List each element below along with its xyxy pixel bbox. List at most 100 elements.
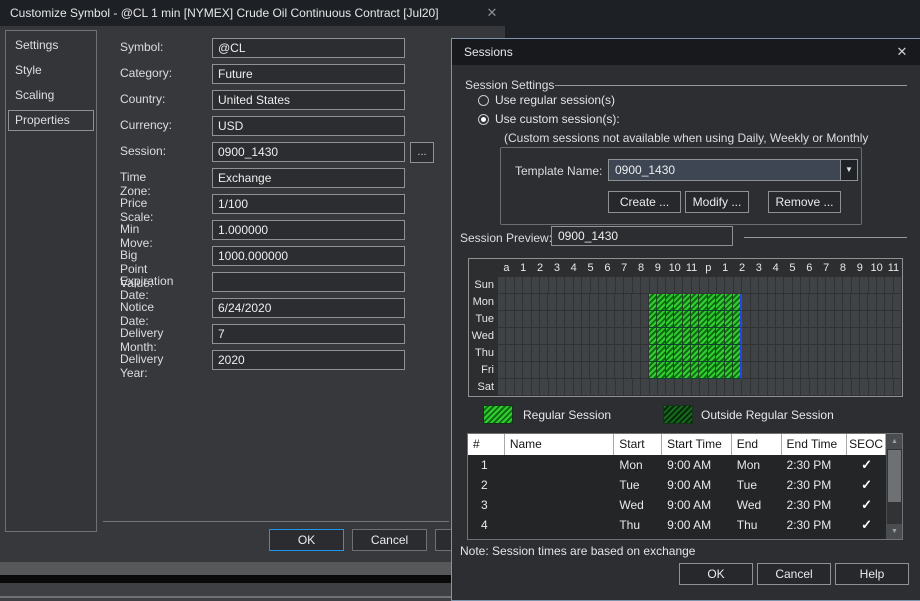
grid-cell <box>607 328 615 345</box>
grid-cell <box>657 345 665 362</box>
template-name-combobox[interactable]: 0900_1430 ▼ <box>608 159 858 181</box>
table-header-end-day[interactable]: End Day <box>732 434 782 455</box>
table-header-[interactable]: # <box>468 434 505 455</box>
sessions-title-bar[interactable]: Sessions ✕ <box>452 39 920 65</box>
table-header-seoc[interactable]: SEOC <box>847 434 886 455</box>
currency-input[interactable] <box>212 116 405 136</box>
scrollbar-thumb[interactable] <box>888 450 901 502</box>
scrollbar-track[interactable] <box>887 503 902 524</box>
grid-cell <box>666 311 674 328</box>
chevron-down-icon[interactable]: ▼ <box>840 160 857 180</box>
ok-button[interactable]: OK <box>679 563 753 585</box>
grid-cell <box>885 345 893 362</box>
grid-cell <box>675 277 683 294</box>
price-scale-input[interactable] <box>212 194 405 214</box>
grid-cell <box>498 311 506 328</box>
radio-button-icon[interactable] <box>478 95 489 106</box>
table-header-start-time[interactable]: Start Time <box>662 434 732 455</box>
help-button[interactable]: Help <box>835 563 909 585</box>
grid-cell <box>615 345 623 362</box>
grid-cell <box>768 328 776 345</box>
table-header-name[interactable]: Name <box>505 434 614 455</box>
ok-button[interactable]: OK <box>269 529 344 551</box>
grid-cell <box>776 362 784 379</box>
table-cell-num: 1 <box>468 455 505 475</box>
table-row[interactable]: 1Mon9:00 AMMon2:30 PM✓ <box>468 455 886 475</box>
legend-outside-swatch <box>663 405 693 424</box>
grid-cell <box>793 362 801 379</box>
delivery-month-input[interactable] <box>212 324 405 344</box>
table-header-end-time[interactable]: End Time <box>782 434 848 455</box>
table-cell-seoc: ✓ <box>847 495 886 515</box>
grid-cell <box>540 311 548 328</box>
grid-cell <box>607 311 615 328</box>
grid-cell <box>549 277 557 294</box>
grid-cell <box>742 379 750 396</box>
cancel-button[interactable]: Cancel <box>757 563 831 585</box>
remove-button[interactable]: Remove ... <box>768 191 841 213</box>
grid-cell <box>893 294 901 311</box>
grid-cell <box>557 345 565 362</box>
sidebar-item-style[interactable]: Style <box>8 60 94 81</box>
session-browse-button[interactable]: ... <box>410 142 434 163</box>
session-input[interactable] <box>212 142 405 162</box>
grid-cell <box>768 345 776 362</box>
table-row[interactable]: 3Wed9:00 AMWed2:30 PM✓ <box>468 495 886 515</box>
big-point-value-input[interactable] <box>212 246 405 266</box>
grid-cell <box>776 345 784 362</box>
table-header-start-day[interactable]: Start Day <box>614 434 662 455</box>
grid-cell <box>810 379 818 396</box>
session-preview-field[interactable]: 0900_1430 <box>551 226 733 246</box>
grid-cell <box>540 277 548 294</box>
grid-cell <box>784 362 792 379</box>
grid-cell <box>540 294 548 311</box>
sidebar-item-scaling[interactable]: Scaling <box>8 85 94 106</box>
create-button[interactable]: Create ... <box>608 191 681 213</box>
grid-cell <box>801 277 809 294</box>
grid-hour-label: 10 <box>868 259 885 277</box>
scroll-up-arrow-icon[interactable]: ▲ <box>887 434 902 449</box>
country-input[interactable] <box>212 90 405 110</box>
session-settings-group-label: Session Settings <box>465 78 554 92</box>
grid-cell <box>885 379 893 396</box>
grid-cell <box>801 311 809 328</box>
expiration-date-input[interactable] <box>212 272 405 292</box>
modify-button[interactable]: Modify ... <box>685 191 749 213</box>
grid-hour-label: 2 <box>734 259 751 277</box>
delivery-year-input[interactable] <box>212 350 405 370</box>
grid-cell <box>523 277 531 294</box>
table-row[interactable]: 2Tue9:00 AMTue2:30 PM✓ <box>468 475 886 495</box>
radio-use-custom-session-s[interactable]: Use custom session(s): <box>478 111 620 127</box>
grid-cell <box>632 328 640 345</box>
close-icon[interactable]: ✕ <box>482 0 502 26</box>
close-icon[interactable]: ✕ <box>892 39 912 65</box>
grid-cell <box>674 362 682 379</box>
grid-cell <box>666 379 674 396</box>
grid-hour-label: a <box>498 259 515 277</box>
time-zone-input[interactable] <box>212 168 405 188</box>
category-input[interactable] <box>212 64 405 84</box>
sidebar-item-properties[interactable]: Properties <box>8 110 94 131</box>
table-row[interactable]: 4Thu9:00 AMThu2:30 PM✓ <box>468 515 886 535</box>
grid-cell <box>683 328 691 345</box>
grid-cell <box>506 311 514 328</box>
cancel-button[interactable]: Cancel <box>352 529 427 551</box>
grid-cell <box>877 379 885 396</box>
grid-cell <box>810 277 818 294</box>
time-zone-label: Time Zone: <box>120 170 151 198</box>
table-scrollbar[interactable]: ▲ ▼ <box>886 434 902 539</box>
grid-hour-label: 7 <box>818 259 835 277</box>
grid-cell <box>868 362 876 379</box>
symbol-input[interactable] <box>212 38 405 58</box>
table-row[interactable]: 5Fri9:00 AMFri2:30 PM✓ <box>468 535 886 539</box>
grid-cell <box>591 277 599 294</box>
min-move-input[interactable] <box>212 220 405 240</box>
customize-title-bar[interactable]: Customize Symbol - @CL 1 min [NYMEX] Cru… <box>0 0 505 26</box>
scroll-down-arrow-icon[interactable]: ▼ <box>887 524 902 539</box>
grid-cells <box>498 362 902 379</box>
notice-date-input[interactable] <box>212 298 405 318</box>
radio-button-icon[interactable] <box>478 114 489 125</box>
radio-use-regular-session-s[interactable]: Use regular session(s) <box>478 92 615 108</box>
table-cell-name <box>505 495 614 515</box>
sidebar-item-settings[interactable]: Settings <box>8 35 94 56</box>
